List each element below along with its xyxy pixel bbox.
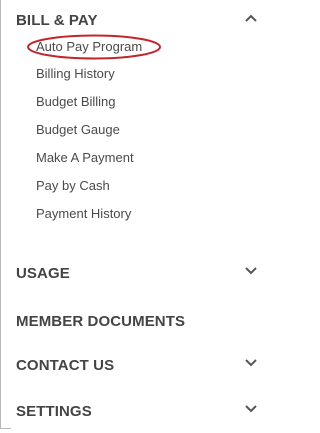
chevron-up-icon[interactable] [244,13,258,23]
menu-section-member-documents[interactable]: MEMBER DOCUMENTS [16,309,270,333]
menu-section-usage[interactable]: USAGE [16,261,270,285]
chevron-down-icon[interactable] [244,404,258,414]
sidebar-border-bottom [0,428,11,429]
chevron-down-icon[interactable] [244,358,258,368]
menu-item-pay-by-cash[interactable]: Pay by Cash [36,178,110,193]
section-label-usage: USAGE [16,265,70,282]
section-label-settings: SETTINGS [16,403,92,420]
sidebar-border [0,0,1,428]
section-label-contact-us: CONTACT US [16,357,115,374]
menu-item-budget-billing[interactable]: Budget Billing [36,94,116,109]
menu-item-billing-history[interactable]: Billing History [36,66,115,81]
section-label-member-documents: MEMBER DOCUMENTS [16,313,186,330]
section-label-bill-pay: BILL & PAY [16,12,98,29]
menu-item-auto-pay-program[interactable]: Auto Pay Program [36,39,142,54]
menu-item-budget-gauge[interactable]: Budget Gauge [36,122,120,137]
menu-section-bill-pay[interactable]: BILL & PAY [16,8,270,32]
chevron-down-icon[interactable] [244,266,258,276]
menu-section-settings[interactable]: SETTINGS [16,399,270,423]
menu-item-make-a-payment[interactable]: Make A Payment [36,150,134,165]
menu-section-contact-us[interactable]: CONTACT US [16,353,270,377]
menu-item-payment-history[interactable]: Payment History [36,206,131,221]
